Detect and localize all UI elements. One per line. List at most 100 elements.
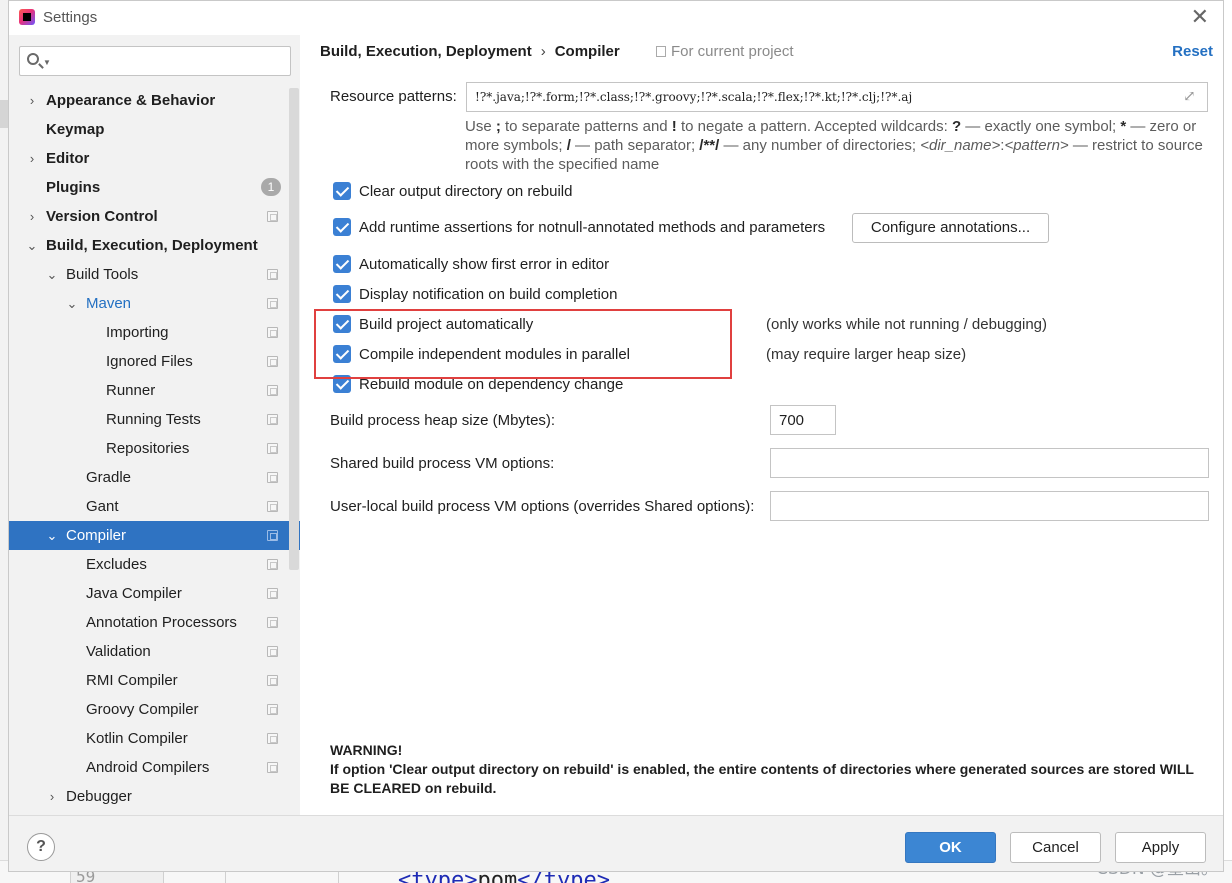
- chevron-down-icon: ⌄: [46, 267, 58, 282]
- tree-item-java-compiler[interactable]: Java Compiler: [9, 579, 300, 608]
- runtime-assertions-label[interactable]: Add runtime assertions for notnull-annot…: [359, 219, 825, 236]
- chevron-down-icon: ⌄: [46, 528, 58, 543]
- tree-item-running-tests[interactable]: Running Tests: [9, 405, 300, 434]
- breadcrumb-separator: ›: [540, 43, 546, 60]
- tree-item-importing[interactable]: Importing: [9, 318, 300, 347]
- project-scope-icon: [267, 588, 278, 599]
- resource-patterns-value: !?*.java;!?*.form;!?*.class;!?*.groovy;!…: [475, 90, 913, 104]
- tree-item-groovy-compiler[interactable]: Groovy Compiler: [9, 695, 300, 724]
- tree-item-label: Gradle: [86, 469, 132, 486]
- chevron-down-icon: ▼: [43, 58, 51, 67]
- search-icon: [27, 53, 39, 65]
- tree-item-android-compilers[interactable]: Android Compilers: [9, 753, 300, 782]
- tree-item-version-control[interactable]: › Version Control: [9, 202, 300, 231]
- tree-item-kotlin-compiler[interactable]: Kotlin Compiler: [9, 724, 300, 753]
- close-icon[interactable]: ✕: [1191, 4, 1209, 30]
- parallel-modules-label[interactable]: Compile independent modules in parallel: [359, 346, 630, 363]
- build-notification-checkbox[interactable]: [333, 285, 351, 303]
- clear-output-checkbox[interactable]: [333, 182, 351, 200]
- clear-output-label[interactable]: Clear output directory on rebuild: [359, 183, 572, 200]
- project-scope-icon: [267, 211, 278, 222]
- hint-token: ?: [951, 118, 962, 135]
- runtime-assertions-checkbox[interactable]: [333, 218, 351, 236]
- heap-size-field[interactable]: 700: [770, 405, 836, 435]
- rebuild-on-dependency-label[interactable]: Rebuild module on dependency change: [359, 376, 623, 393]
- project-scope-icon: [267, 443, 278, 454]
- tree-item-runner[interactable]: Runner: [9, 376, 300, 405]
- project-scope-icon: [267, 646, 278, 657]
- tree-item-label: Version Control: [46, 208, 158, 225]
- show-first-error-checkbox[interactable]: [333, 255, 351, 273]
- tree-item-label: Importing: [106, 324, 169, 341]
- chevron-right-icon: ›: [29, 93, 35, 108]
- warning-title: WARNING!: [330, 742, 403, 758]
- ok-button[interactable]: OK: [905, 832, 996, 863]
- background-editor-edge: [0, 0, 8, 883]
- parallel-modules-checkbox[interactable]: [333, 345, 351, 363]
- help-button[interactable]: ?: [27, 833, 55, 861]
- hint-text: to separate patterns and: [500, 118, 672, 135]
- tree-item-label: Ignored Files: [106, 353, 193, 370]
- project-scope-icon: [267, 414, 278, 425]
- show-first-error-label[interactable]: Automatically show first error in editor: [359, 256, 609, 273]
- chevron-right-icon: ›: [29, 209, 35, 224]
- user-vm-options-field[interactable]: [770, 491, 1209, 521]
- tree-item-label: Runner: [106, 382, 156, 399]
- tree-item-label: Plugins: [46, 179, 101, 196]
- build-automatically-label[interactable]: Build project automatically: [359, 316, 533, 333]
- scope-indicator: For current project: [656, 43, 794, 60]
- configure-annotations-button[interactable]: Configure annotations...: [852, 213, 1049, 243]
- resource-patterns-field[interactable]: !?*.java;!?*.form;!?*.class;!?*.groovy;!…: [466, 82, 1208, 112]
- tree-item-editor[interactable]: › Editor: [9, 144, 300, 173]
- tree-item-label: Build Tools: [66, 266, 139, 283]
- tree-item-appearance-behavior[interactable]: › Appearance & Behavior: [9, 86, 300, 115]
- apply-button[interactable]: Apply: [1115, 832, 1206, 863]
- tree-item-keymap[interactable]: Keymap: [9, 115, 300, 144]
- scope-label: For current project: [671, 43, 794, 60]
- rebuild-on-dependency-checkbox[interactable]: [333, 375, 351, 393]
- tree-item-gradle[interactable]: Gradle: [9, 463, 300, 492]
- project-scope-icon: [267, 530, 278, 541]
- search-input[interactable]: ▼: [19, 46, 291, 76]
- project-scope-icon: [267, 385, 278, 396]
- expand-icon[interactable]: [1183, 87, 1197, 105]
- chevron-down-icon: ⌄: [26, 238, 38, 253]
- project-scope-icon: [267, 501, 278, 512]
- hint-text: — any number of directories;: [719, 137, 921, 154]
- hint-text: to negate a pattern. Accepted wildcards:: [676, 118, 952, 135]
- tree-item-debugger[interactable]: › Debugger: [9, 782, 300, 811]
- tree-item-ignored-files[interactable]: Ignored Files: [9, 347, 300, 376]
- tree-item-excludes[interactable]: Excludes: [9, 550, 300, 579]
- clear-output-warning: WARNING! If option 'Clear output directo…: [330, 741, 1210, 798]
- project-scope-icon: [267, 733, 278, 744]
- tree-item-plugins[interactable]: Plugins 1: [9, 173, 300, 202]
- tree-item-gant[interactable]: Gant: [9, 492, 300, 521]
- build-automatically-checkbox[interactable]: [333, 315, 351, 333]
- resource-patterns-label: Resource patterns:: [330, 88, 457, 105]
- breadcrumb-parent[interactable]: Build, Execution, Deployment: [320, 43, 532, 60]
- tree-item-build-tools[interactable]: ⌄ Build Tools: [9, 260, 300, 289]
- project-scope-icon: [267, 356, 278, 367]
- shared-vm-options-field[interactable]: [770, 448, 1209, 478]
- parallel-modules-note: (may require larger heap size): [766, 346, 967, 363]
- tree-item-maven[interactable]: ⌄ Maven: [9, 289, 300, 318]
- project-scope-icon: [267, 559, 278, 570]
- tree-item-label: Running Tests: [106, 411, 201, 428]
- hint-text: — exactly one symbol;: [961, 118, 1121, 135]
- reset-link[interactable]: Reset: [1172, 43, 1213, 60]
- tree-item-build-execution-deployment[interactable]: ⌄ Build, Execution, Deployment: [9, 231, 300, 260]
- tree-item-rmi-compiler[interactable]: RMI Compiler: [9, 666, 300, 695]
- tree-item-repositories[interactable]: Repositories: [9, 434, 300, 463]
- project-scope-icon: [267, 675, 278, 686]
- plugins-update-badge: 1: [261, 178, 281, 196]
- project-scope-icon: [267, 762, 278, 773]
- cancel-button[interactable]: Cancel: [1010, 832, 1101, 863]
- build-notification-label[interactable]: Display notification on build completion: [359, 286, 617, 303]
- sidebar-scrollbar-thumb[interactable]: [289, 88, 299, 570]
- tree-item-label: Maven: [86, 295, 132, 312]
- tree-item-annotation-processors[interactable]: Annotation Processors: [9, 608, 300, 637]
- tree-item-label: RMI Compiler: [86, 672, 178, 689]
- tree-item-compiler[interactable]: ⌄ Compiler: [9, 521, 300, 550]
- tree-item-validation[interactable]: Validation: [9, 637, 300, 666]
- user-vm-options-label: User-local build process VM options (ove…: [330, 498, 755, 515]
